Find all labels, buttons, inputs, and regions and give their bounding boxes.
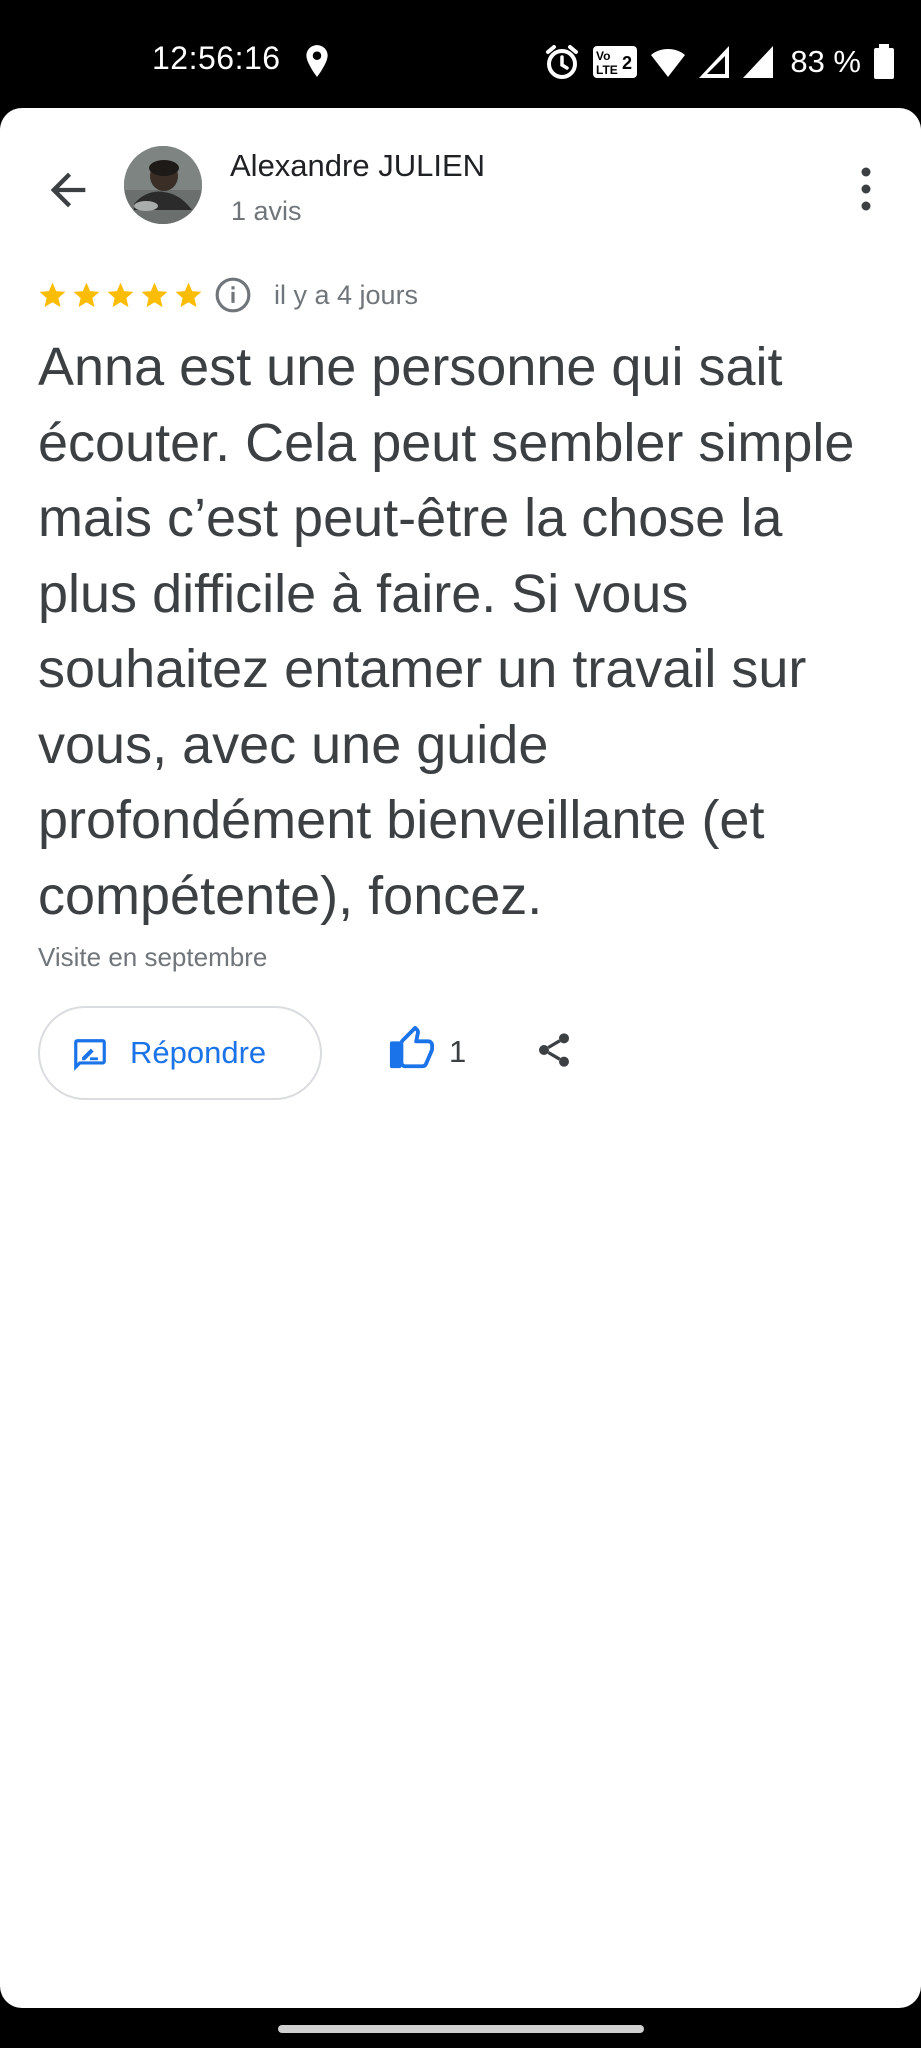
navigation-bar bbox=[0, 2008, 921, 2048]
more-options-icon[interactable] bbox=[859, 166, 873, 212]
svg-text:Vo: Vo bbox=[596, 49, 610, 63]
star-icon bbox=[141, 282, 168, 308]
avatar[interactable] bbox=[124, 146, 202, 224]
signal-icon bbox=[699, 46, 730, 78]
svg-text:LTE: LTE bbox=[596, 63, 618, 77]
star-rating bbox=[37, 280, 204, 311]
thumbs-up-icon[interactable] bbox=[388, 1026, 434, 1072]
gesture-handle[interactable] bbox=[278, 2025, 644, 2033]
star-icon bbox=[39, 282, 66, 308]
status-time: 12:56:16 bbox=[152, 40, 281, 76]
svg-text:2: 2 bbox=[622, 53, 632, 73]
avatar-photo bbox=[124, 146, 202, 224]
signal-icon bbox=[743, 46, 774, 78]
star-icon bbox=[175, 282, 202, 308]
star-icon bbox=[73, 282, 100, 308]
review-text: Anna est une personne qui sait écouter. … bbox=[38, 337, 855, 926]
location-icon bbox=[306, 45, 328, 77]
volte-icon: Vo LTE 2 bbox=[593, 46, 638, 78]
like-count: 1 bbox=[449, 1034, 467, 1069]
battery-icon bbox=[874, 44, 894, 79]
wifi-icon bbox=[651, 49, 686, 77]
battery-percent: 83 % bbox=[790, 44, 861, 79]
review-detail-sheet: Alexandre JULIEN 1 avis il y a 4 jours A… bbox=[0, 108, 921, 2008]
back-arrow-icon[interactable] bbox=[42, 164, 94, 216]
reviewer-review-count: 1 avis bbox=[231, 196, 302, 226]
star-icon bbox=[107, 282, 134, 308]
visit-info: Visite en septembre bbox=[38, 942, 268, 972]
reviewer-name[interactable]: Alexandre JULIEN bbox=[230, 148, 485, 184]
reply-icon bbox=[74, 1039, 106, 1071]
status-icons: Vo LTE 2 83 % bbox=[544, 38, 895, 86]
reply-button[interactable]: Répondre bbox=[38, 1006, 322, 1100]
review-date: il y a 4 jours bbox=[274, 280, 419, 310]
status-bar: 12:56:16 Vo LTE 2 83 % bbox=[0, 0, 921, 108]
alarm-icon bbox=[546, 45, 579, 79]
share-icon[interactable] bbox=[534, 1028, 574, 1072]
info-icon[interactable] bbox=[214, 276, 252, 314]
reply-label: Répondre bbox=[130, 1035, 267, 1070]
